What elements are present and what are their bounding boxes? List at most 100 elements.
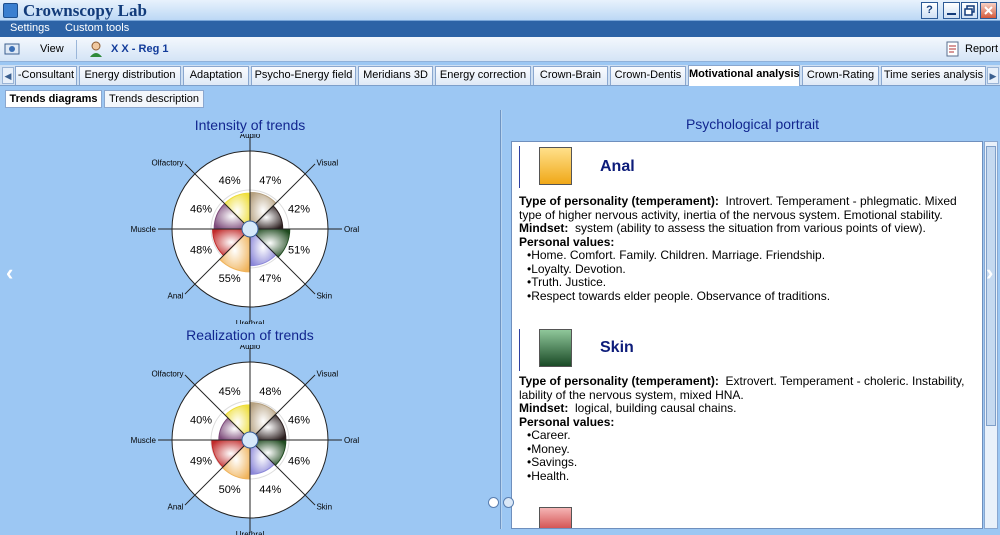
close-icon — [984, 6, 993, 15]
values-list: Home. Comfort. Family. Children. Marriag… — [519, 248, 974, 304]
mindset-label: Mindset: — [519, 221, 569, 235]
mindset-label: Mindset: — [519, 401, 569, 415]
tab-adaptation[interactable]: Adaptation — [183, 66, 249, 85]
list-item: Respect towards elder people. Observance… — [519, 289, 974, 304]
user-icon[interactable] — [88, 41, 104, 57]
title-bar: Crownscopy Lab ? — [0, 0, 1000, 21]
list-item: Career. — [519, 428, 974, 443]
category-label: Audio — [240, 134, 261, 140]
category-label: Urethral — [236, 319, 265, 324]
trends-diagrams-panel: Intensity of trends 47% 42% 51% 47% 55% 48% 46… — [0, 108, 500, 535]
menu-bar: Settings Custom tools — [0, 21, 1000, 37]
tab-crown-brain[interactable]: Crown-Brain — [533, 66, 608, 85]
category-label: Anal — [168, 291, 184, 300]
help-button[interactable]: ? — [921, 2, 938, 19]
toolbar: View X X - Reg 1 Report — [0, 37, 1000, 62]
psychological-portrait: Anal Type of personality (temperament): … — [511, 141, 983, 529]
value-label: 49% — [190, 455, 212, 467]
section-body: Type of personality (temperament): Intro… — [519, 194, 974, 304]
report-icon[interactable] — [945, 41, 961, 57]
section-name: Skin — [600, 339, 634, 356]
category-label: Audio — [240, 345, 261, 351]
view-icon[interactable] — [4, 41, 20, 57]
list-item: Money. — [519, 442, 974, 457]
legend-axis — [519, 329, 521, 371]
minimize-button[interactable] — [943, 2, 960, 19]
chart-center — [241, 431, 259, 449]
intensity-chart: 47% 42% 51% 47% 55% 48% 46% 46% Visual Oral Skin Ur… — [131, 134, 360, 324]
values-label: Personal values: — [519, 234, 615, 249]
tab-crown-dentis[interactable]: Crown-Dentis — [610, 66, 686, 85]
app-title: Crownscopy Lab — [23, 1, 147, 20]
value-label: 46% — [219, 175, 241, 187]
category-label: Skin — [316, 291, 332, 300]
nav-right-icon[interactable]: › — [986, 260, 993, 286]
type-label: Type of personality (temperament): — [519, 194, 719, 208]
pager-dot[interactable] — [503, 497, 514, 508]
category-label: Visual — [316, 159, 338, 168]
nav-left-icon[interactable]: ‹ — [6, 260, 13, 286]
tab-crown-rating[interactable]: Crown-Rating — [802, 66, 879, 85]
menu-settings[interactable]: Settings — [10, 22, 50, 34]
tab-meridians-3d[interactable]: Meridians 3D — [358, 66, 433, 85]
value-label: 46% — [288, 455, 310, 467]
chart-title-intensity: Intensity of trends — [194, 117, 306, 133]
value-label: 42% — [288, 204, 310, 216]
section-name: Anal — [600, 158, 635, 175]
subtab-strip: Trends diagrams Trends description — [0, 88, 1000, 108]
subtab-trends-description[interactable]: Trends description — [104, 90, 204, 108]
chart-center — [241, 220, 259, 238]
category-label: Oral — [344, 225, 359, 234]
next-section-color-swatch — [539, 507, 572, 528]
category-label: Urethral — [236, 530, 265, 535]
restore-button[interactable] — [961, 2, 978, 19]
report-button[interactable]: Report — [965, 43, 998, 55]
tab-scroll-right-icon[interactable]: ▶ — [987, 67, 999, 84]
category-label: Visual — [316, 370, 338, 379]
value-label: 48% — [190, 244, 212, 256]
scrollbar-thumb[interactable] — [986, 146, 996, 426]
list-item: Health. — [519, 469, 974, 484]
category-label: Skin — [316, 502, 332, 511]
app-logo-icon — [3, 3, 18, 18]
category-label: Muscle — [131, 436, 157, 445]
toolbar-separator — [76, 40, 77, 59]
restore-icon — [964, 5, 975, 16]
tab-strip: ◀ -Consultant Energy distribution Adapta… — [0, 65, 1000, 86]
subtab-trends-diagrams[interactable]: Trends diagrams — [5, 90, 102, 108]
patient-name[interactable]: X X - Reg 1 — [111, 43, 168, 55]
mindset-text: logical, building causal chains. — [575, 401, 737, 415]
view-button[interactable]: View — [40, 43, 64, 55]
value-label: 46% — [288, 415, 310, 427]
value-label: 45% — [219, 386, 241, 398]
value-label: 50% — [219, 484, 241, 496]
tab-energy-correction[interactable]: Energy correction — [435, 66, 531, 85]
tab-motivational-analysis[interactable]: Motivational analysis — [688, 65, 800, 86]
tab-psycho-energy-field[interactable]: Psycho-Energy field — [251, 66, 356, 85]
section-body: Type of personality (temperament): Extro… — [519, 374, 974, 484]
menu-custom-tools[interactable]: Custom tools — [65, 22, 129, 34]
realization-chart: 48% 46% 46% 44% 50% 49% 40% 45% Visual Oral Skin Ur… — [131, 345, 360, 535]
pager-dot[interactable] — [488, 497, 499, 508]
close-button[interactable] — [980, 2, 997, 19]
category-label: Oral — [344, 436, 359, 445]
value-label: 44% — [259, 484, 281, 496]
legend-axis — [519, 146, 521, 188]
skin-color-swatch — [539, 329, 572, 367]
tab-energy-distribution[interactable]: Energy distribution — [79, 66, 181, 85]
portrait-scrollbar[interactable] — [984, 141, 998, 529]
value-label: 40% — [190, 415, 212, 427]
category-label: Olfactory — [152, 159, 184, 168]
portrait-title: Psychological portrait — [685, 116, 820, 132]
value-label: 46% — [190, 204, 212, 216]
tab-consultant[interactable]: -Consultant — [15, 66, 77, 85]
list-item: Loyalty. Devotion. — [519, 262, 974, 277]
values-list: Career. Money. Savings. Health. — [519, 428, 974, 484]
value-label: 55% — [219, 273, 241, 285]
tab-time-series-analysis[interactable]: Time series analysis — [881, 66, 986, 85]
value-label: 47% — [259, 175, 281, 187]
mindset-text: system (ability to assess the situation … — [575, 221, 926, 235]
list-item: Savings. — [519, 455, 974, 470]
panel-divider[interactable] — [500, 110, 502, 529]
tab-scroll-left-icon[interactable]: ◀ — [2, 67, 14, 84]
